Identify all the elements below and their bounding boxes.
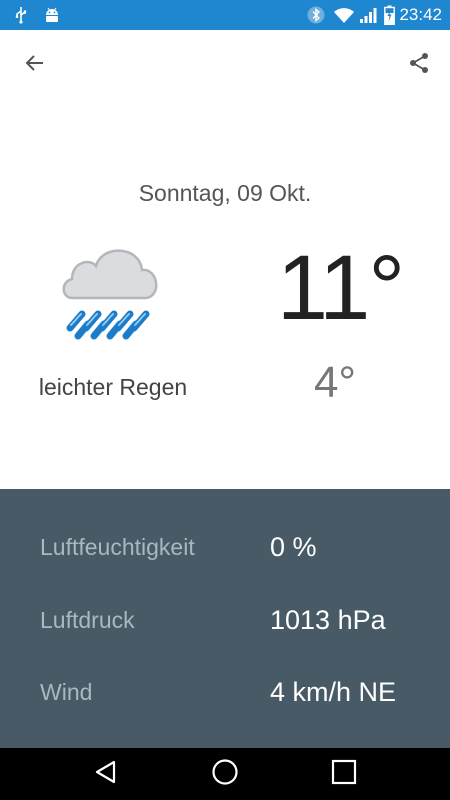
bluetooth-icon	[306, 0, 326, 30]
details-panel: Luftfeuchtigkeit 0 % Luftdruck 1013 hPa …	[0, 489, 450, 748]
light-rain-icon	[58, 236, 168, 346]
back-triangle-icon	[93, 759, 119, 790]
clock: 23:42	[399, 5, 442, 24]
android-icon	[40, 0, 64, 30]
humidity-label: Luftfeuchtigkeit	[40, 534, 195, 560]
arrow-left-icon	[23, 51, 47, 80]
recents-square-icon	[331, 759, 357, 790]
back-button[interactable]	[14, 44, 56, 86]
high-temperature: 11°	[276, 237, 405, 339]
weather-condition: leichter Regen	[38, 374, 188, 400]
home-circle-icon	[211, 758, 239, 791]
signal-icon	[358, 0, 378, 30]
navigation-bar	[0, 748, 450, 800]
low-temperature: 4°	[313, 358, 357, 407]
nav-back-button[interactable]	[86, 754, 126, 794]
pressure-label: Luftdruck	[40, 607, 135, 633]
wind-row: Wind 4 km/h NE	[0, 670, 450, 714]
nav-recents-button[interactable]	[324, 754, 364, 794]
humidity-value: 0 %	[270, 532, 317, 562]
wind-label: Wind	[40, 679, 93, 705]
humidity-row: Luftfeuchtigkeit 0 %	[0, 525, 450, 569]
nav-home-button[interactable]	[205, 754, 245, 794]
battery-charging-icon	[382, 0, 396, 30]
forecast-date: Sonntag, 09 Okt.	[138, 180, 312, 206]
usb-icon	[10, 0, 32, 30]
share-button[interactable]	[398, 44, 440, 86]
pressure-value: 1013 hPa	[270, 605, 386, 635]
wifi-icon	[332, 0, 356, 30]
status-bar: 23:42	[0, 0, 450, 30]
wind-value: 4 km/h NE	[270, 677, 397, 707]
share-icon	[407, 51, 431, 80]
pressure-row: Luftdruck 1013 hPa	[0, 598, 450, 642]
